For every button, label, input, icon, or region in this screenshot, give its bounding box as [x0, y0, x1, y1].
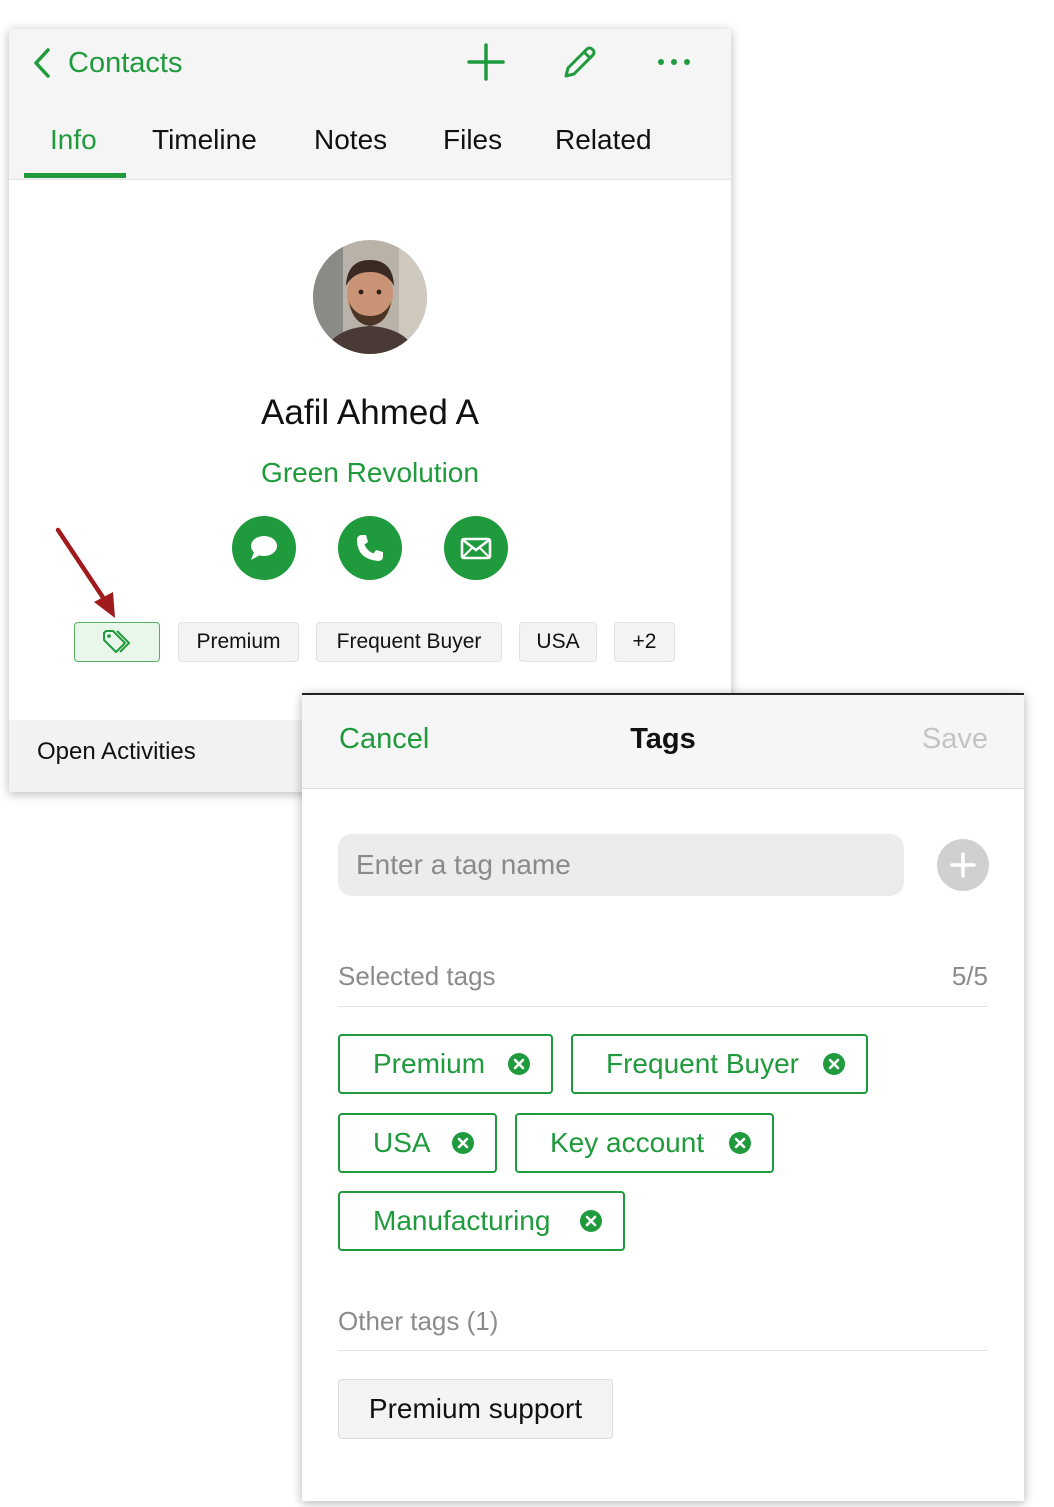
remove-tag-button[interactable]	[452, 1132, 474, 1154]
add-tag-button[interactable]	[937, 839, 989, 891]
annotation-arrow	[55, 527, 115, 618]
back-label: Contacts	[68, 46, 183, 79]
tags-sheet: Cancel Tags Save Selected tags 5/5 Premi…	[302, 693, 1024, 1501]
close-icon	[513, 1058, 525, 1070]
phone-icon	[357, 535, 383, 561]
top-bar: Contacts Info Timeline Notes Files Relat…	[9, 29, 731, 180]
tab-timeline[interactable]: Timeline	[152, 124, 257, 156]
other-tags-label: Other tags (1)	[338, 1306, 499, 1336]
more-icon	[658, 59, 690, 65]
more-tags-chip[interactable]: +2	[614, 622, 675, 662]
selected-tag-label: USA	[373, 1127, 431, 1158]
selected-tag-label: Premium	[373, 1048, 486, 1079]
tab-files[interactable]: Files	[443, 124, 502, 156]
call-button[interactable]	[338, 516, 402, 580]
pencil-icon	[564, 46, 596, 78]
more-button[interactable]	[654, 42, 694, 82]
selected-tag[interactable]: Manufacturing	[338, 1191, 625, 1251]
open-activities-label: Open Activities	[37, 738, 196, 765]
tag-chip-usa[interactable]: USA	[519, 622, 597, 662]
selected-tag[interactable]: USA	[338, 1113, 497, 1173]
tags-header: Cancel Tags Save	[302, 695, 1024, 789]
save-button[interactable]: Save	[922, 723, 988, 756]
other-tag-premium-support[interactable]: Premium support	[338, 1379, 613, 1439]
selected-tag-label: Key account	[550, 1127, 705, 1158]
plus-icon	[467, 43, 505, 81]
remove-tag-button[interactable]	[729, 1132, 751, 1154]
close-icon	[828, 1058, 840, 1070]
tag-icon	[103, 630, 130, 653]
company-link[interactable]: Green Revolution	[9, 457, 731, 489]
add-button[interactable]	[466, 42, 506, 82]
contact-screen: Contacts Info Timeline Notes Files Relat…	[9, 29, 731, 792]
selected-tag[interactable]: Premium	[338, 1034, 553, 1094]
selected-tag[interactable]: Key account	[515, 1113, 774, 1173]
remove-tag-button[interactable]	[508, 1053, 530, 1075]
active-tab-indicator	[24, 173, 126, 178]
email-icon	[460, 537, 492, 560]
tab-related[interactable]: Related	[555, 124, 652, 156]
email-button[interactable]	[444, 516, 508, 580]
close-icon	[734, 1137, 746, 1149]
tab-notes[interactable]: Notes	[314, 124, 387, 156]
close-icon	[585, 1215, 597, 1227]
divider	[338, 1006, 988, 1007]
message-button[interactable]	[232, 516, 296, 580]
message-icon	[251, 536, 277, 560]
avatar-photo	[313, 240, 427, 354]
tag-name-input[interactable]	[338, 834, 904, 896]
selected-tags-count: 5/5	[951, 961, 988, 991]
close-icon	[457, 1137, 469, 1149]
selected-tag-label: Frequent Buyer	[606, 1048, 799, 1079]
tab-info[interactable]: Info	[50, 124, 97, 156]
back-button[interactable]: Contacts	[31, 45, 182, 81]
tags-button[interactable]	[74, 622, 160, 662]
chevron-left-icon	[34, 48, 50, 78]
avatar[interactable]	[313, 240, 427, 354]
remove-tag-button[interactable]	[823, 1053, 845, 1075]
remove-tag-button[interactable]	[580, 1210, 602, 1232]
tag-chip-frequent-buyer[interactable]: Frequent Buyer	[316, 622, 502, 662]
edit-button[interactable]	[560, 42, 600, 82]
sheet-title: Tags	[630, 723, 696, 755]
divider	[338, 1350, 988, 1351]
tag-chip-premium[interactable]: Premium	[178, 622, 299, 662]
selected-tag-label: Manufacturing	[373, 1205, 551, 1236]
selected-tag[interactable]: Frequent Buyer	[571, 1034, 868, 1094]
plus-icon	[950, 852, 976, 878]
selected-tags-label: Selected tags	[338, 961, 496, 991]
contact-name: Aafil Ahmed A	[261, 393, 479, 432]
